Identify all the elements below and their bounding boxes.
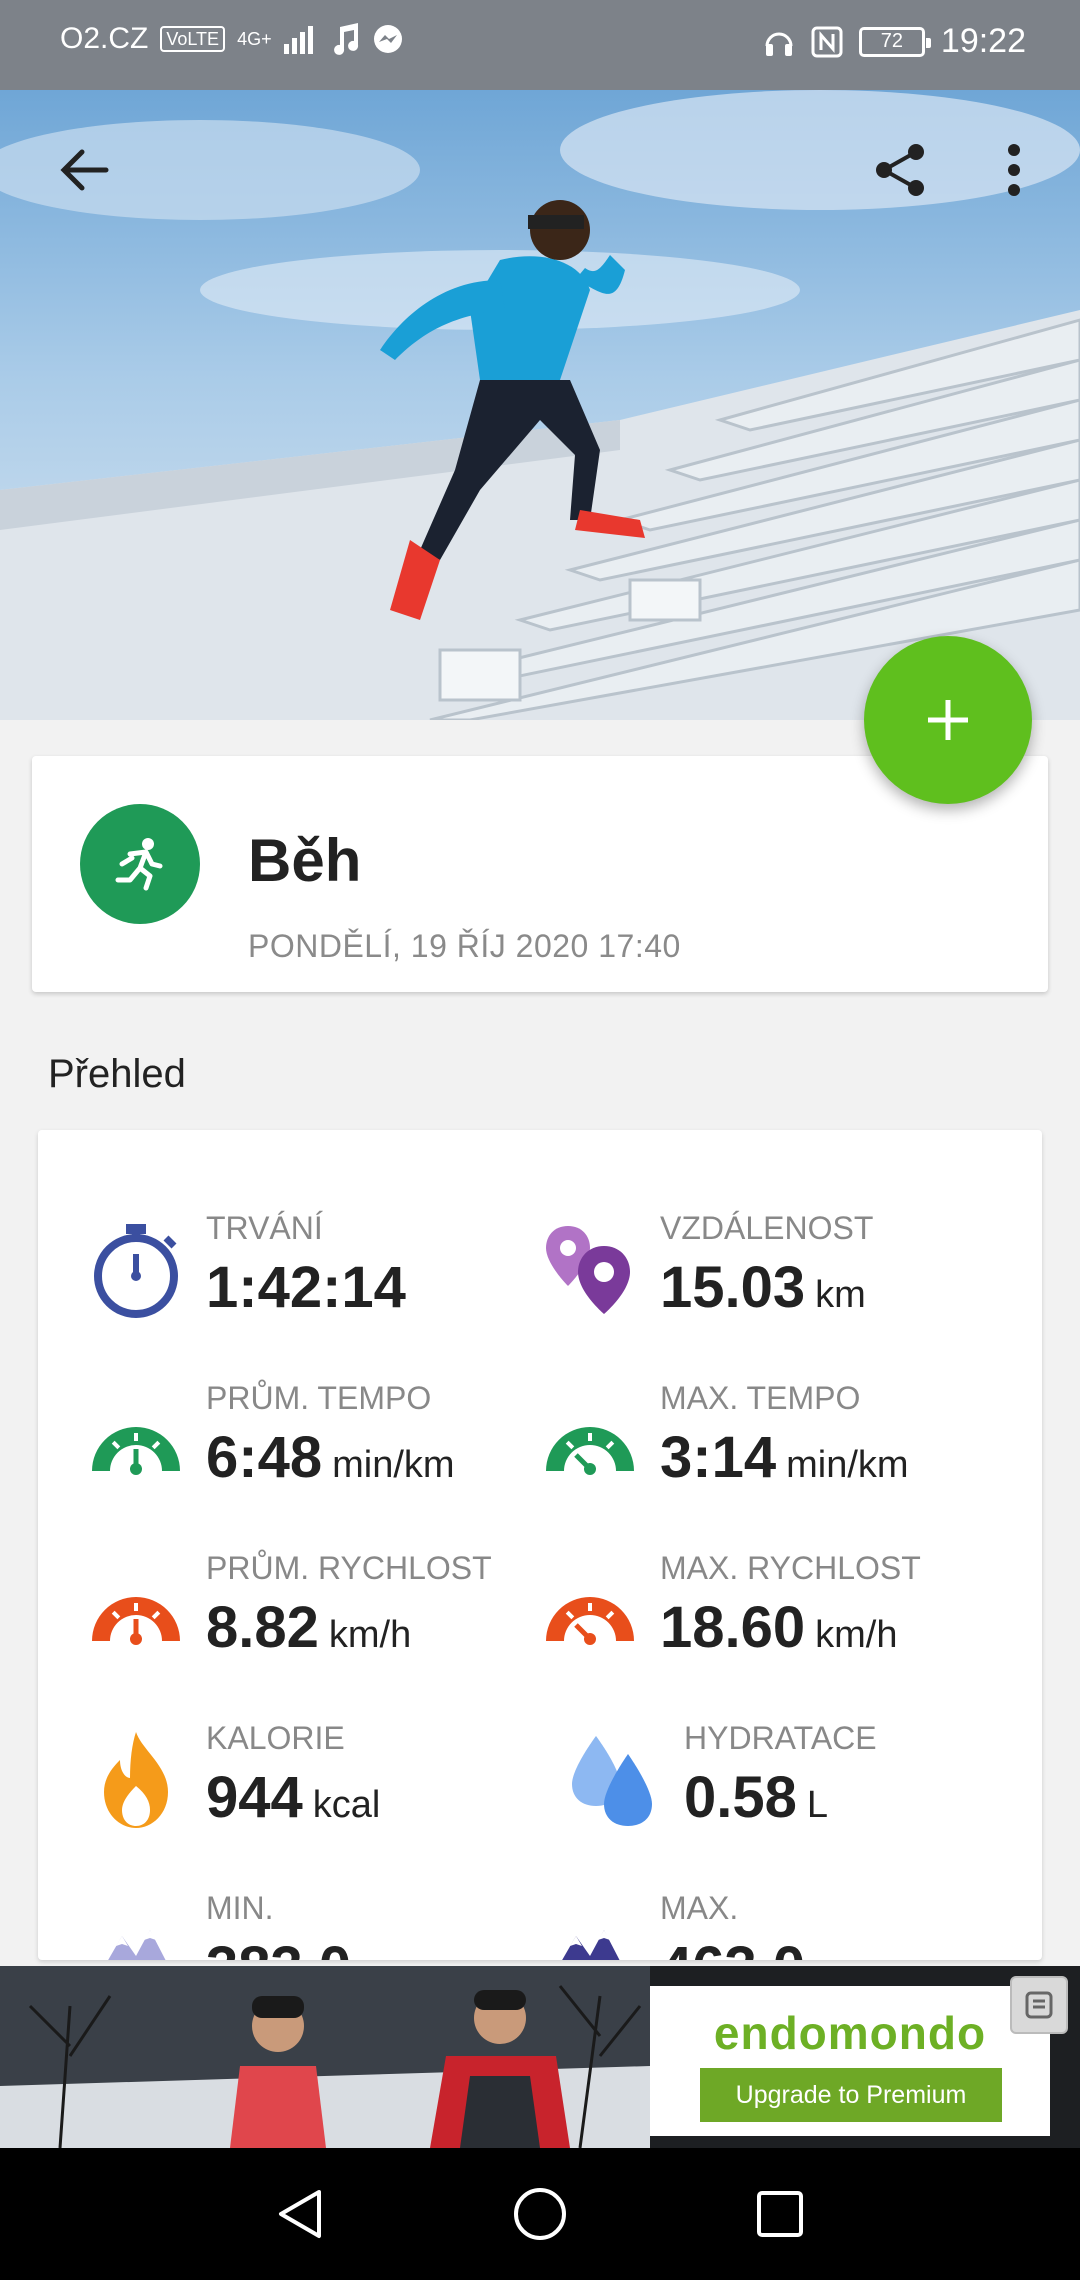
plus-icon (928, 700, 968, 740)
stat-value: 1:42:14 (206, 1255, 406, 1320)
mountain-icon (562, 1930, 620, 1960)
stat-unit: km/h (328, 1614, 412, 1656)
status-bar: O2.CZ VoLTE 4G+ 72 19:22 (0, 0, 1080, 90)
volte-badge: VoLTE (160, 26, 226, 52)
stat-value: 6:48 (206, 1425, 323, 1490)
stat-hydration: HYDRATACE 0.58 L (564, 1720, 1014, 1860)
nav-back-button[interactable] (260, 2174, 340, 2254)
stat-duration: TRVÁNÍ 1:42:14 (86, 1210, 536, 1350)
stat-max-pace: MAX. TEMPO 3:14 min/km (540, 1380, 990, 1520)
stat-value: 15.03 (660, 1255, 806, 1320)
stat-label: PRŮM. RYCHLOST (206, 1550, 492, 1586)
stat-unit: min/km (786, 1444, 909, 1486)
stat-value: 463.0 (660, 1935, 805, 1960)
stat-max-altitude: MAX. 463.0 (540, 1890, 990, 1960)
stat-label: HYDRATACE (684, 1720, 877, 1756)
stat-value: 3:14 (660, 1425, 777, 1490)
speedometer-green-icon (546, 1427, 634, 1475)
stat-unit: km/h (815, 1614, 898, 1656)
status-right: 72 19:22 (763, 22, 1026, 61)
share-button[interactable] (860, 130, 940, 210)
ad-promo-panel: endomondo Upgrade to Premium (650, 1986, 1050, 2136)
ad-photo (0, 1966, 650, 2148)
battery-level: 72 (880, 30, 904, 52)
endomondo-logo: endomondo (713, 2007, 987, 2059)
ad-close-button[interactable] (1010, 1976, 1068, 2034)
fire-icon (104, 1732, 168, 1828)
activity-icon-badge (80, 804, 200, 924)
signal-icon (283, 26, 313, 54)
location-pins-icon (546, 1226, 630, 1314)
system-nav-bar (0, 2148, 1080, 2280)
stat-calories: KALORIE 944 kcal (86, 1720, 536, 1860)
stat-value: 0.58 (684, 1765, 797, 1830)
upgrade-premium-button[interactable]: Upgrade to Premium (700, 2068, 1002, 2122)
music-note-icon (333, 23, 358, 55)
add-fab-button[interactable] (864, 636, 1032, 804)
stat-value: 383.0 (206, 1935, 351, 1960)
back-button[interactable] (44, 130, 124, 210)
headphones-icon (765, 32, 793, 56)
more-options-button[interactable] (974, 130, 1054, 210)
stat-unit: km (815, 1274, 866, 1316)
speedometer-green-icon (92, 1427, 180, 1475)
mountain-icon (108, 1930, 166, 1960)
overview-card: TRVÁNÍ 1:42:14 VZDÁLENOST 15.03 km PRŮM. … (38, 1130, 1042, 1960)
stat-value: 8.82 (206, 1595, 319, 1660)
arrow-left-icon (60, 149, 109, 191)
activity-date: PONDĚLÍ, 19 ŘÍJ 2020 17:40 (248, 928, 681, 964)
nav-recents-icon (757, 2191, 803, 2237)
stat-min-altitude: MIN. 383.0 (86, 1890, 536, 1960)
stat-value: 944 (206, 1765, 303, 1830)
speedometer-orange-icon (92, 1597, 180, 1645)
speedometer-orange-icon (546, 1597, 634, 1645)
stat-avg-speed: PRŮM. RYCHLOST 8.82 km/h (86, 1550, 536, 1690)
nav-back-icon (279, 2190, 321, 2238)
stat-label: MAX. (660, 1890, 739, 1926)
more-vert-icon (1008, 144, 1020, 196)
stopwatch-icon (94, 1224, 178, 1318)
nav-home-icon (514, 2188, 566, 2240)
hero-image (0, 90, 1080, 720)
stat-max-speed: MAX. RYCHLOST 18.60 km/h (540, 1550, 990, 1690)
stat-unit: L (806, 1784, 829, 1826)
ad-banner[interactable]: endomondo Upgrade to Premium (0, 1966, 1080, 2148)
network-type: 4G+ (237, 28, 272, 49)
overview-heading: Přehled (48, 1052, 186, 1096)
ad-close-icon (1025, 1991, 1053, 2019)
clock: 19:22 (940, 22, 1026, 60)
activity-card[interactable]: Běh PONDĚLÍ, 19 ŘÍJ 2020 17:40 (32, 756, 1048, 992)
stat-label: MIN. (206, 1890, 274, 1926)
stat-label: TRVÁNÍ (206, 1210, 323, 1246)
nav-recents-button[interactable] (740, 2174, 820, 2254)
nav-home-button[interactable] (500, 2174, 580, 2254)
stat-avg-pace: PRŮM. TEMPO 6:48 min/km (86, 1380, 536, 1520)
running-icon (115, 838, 163, 891)
stat-label: MAX. TEMPO (660, 1380, 861, 1416)
stat-unit: kcal (312, 1784, 381, 1826)
status-left: O2.CZ VoLTE 4G+ (60, 22, 404, 56)
share-icon (876, 144, 924, 196)
stat-label: PRŮM. TEMPO (206, 1380, 432, 1416)
water-drops-icon (572, 1736, 652, 1826)
carrier-text: O2.CZ (60, 22, 149, 55)
stat-distance: VZDÁLENOST 15.03 km (540, 1210, 990, 1350)
activity-title: Běh (248, 827, 362, 894)
stat-label: MAX. RYCHLOST (660, 1550, 921, 1586)
workout-detail-screen: O2.CZ VoLTE 4G+ 72 19:22 Běh PONDĚLÍ, 19… (0, 0, 1080, 2280)
stat-value: 18.60 (660, 1595, 806, 1660)
stat-unit: min/km (332, 1444, 455, 1486)
stat-label: KALORIE (206, 1720, 345, 1756)
nfc-icon (811, 26, 843, 57)
messenger-icon (373, 25, 402, 53)
stat-label: VZDÁLENOST (660, 1210, 874, 1246)
battery-indicator: 72 (858, 26, 931, 57)
